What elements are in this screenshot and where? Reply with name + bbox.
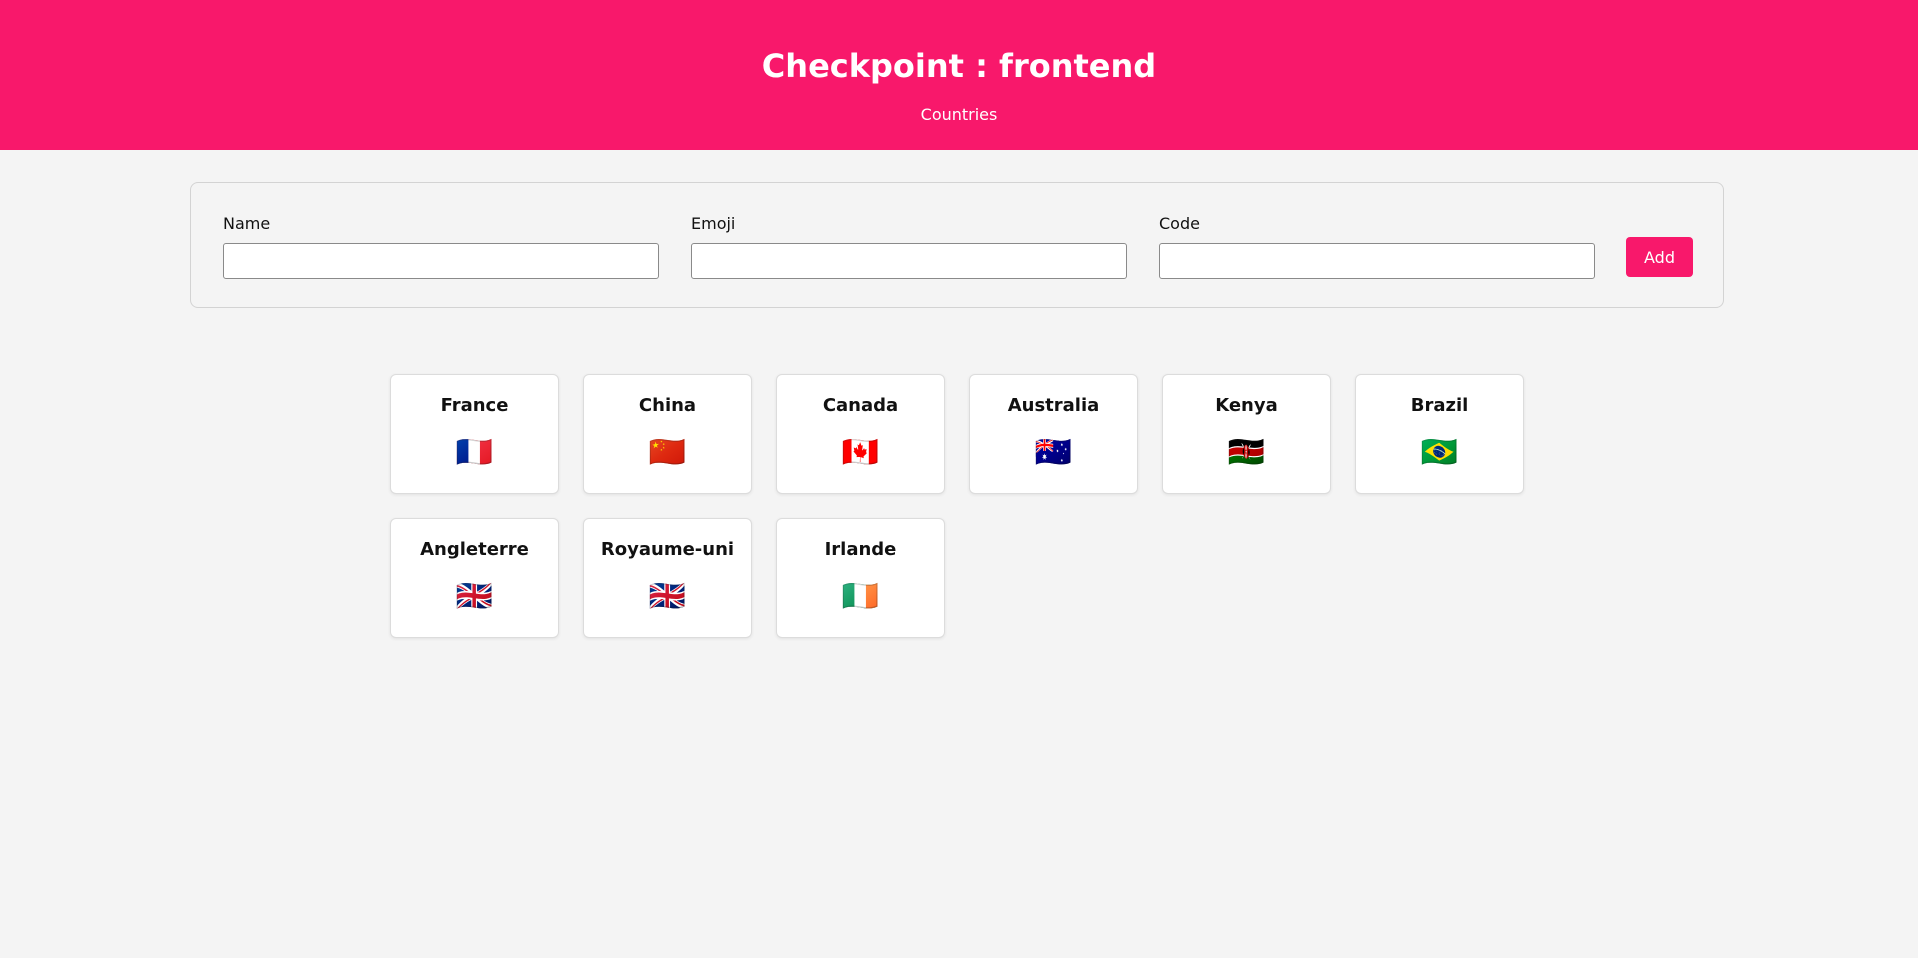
flag-icon: 🇨🇦 xyxy=(841,435,880,470)
flag-icon: 🇫🇷 xyxy=(455,435,494,470)
name-field-group: Name xyxy=(223,214,659,279)
country-name: China xyxy=(638,395,697,416)
country-card[interactable]: France 🇫🇷 xyxy=(390,374,559,494)
country-name: Australia xyxy=(1007,395,1100,416)
flag-icon: 🇬🇧 xyxy=(455,579,494,614)
code-field-group: Code xyxy=(1159,214,1595,279)
flag-icon: 🇦🇺 xyxy=(1034,435,1073,470)
add-country-form: Name Emoji Code Add xyxy=(190,182,1724,308)
emoji-input[interactable] xyxy=(691,243,1127,279)
country-name: Irlande xyxy=(824,539,897,560)
country-name: Brazil xyxy=(1410,395,1469,416)
page-header: Checkpoint : frontend Countries xyxy=(0,0,1918,150)
flag-icon: 🇰🇪 xyxy=(1227,435,1266,470)
country-name: Kenya xyxy=(1215,395,1278,416)
country-card[interactable]: Royaume-uni 🇬🇧 xyxy=(583,518,752,638)
flag-icon: 🇧🇷 xyxy=(1420,435,1459,470)
flag-icon: 🇨🇳 xyxy=(648,435,687,470)
code-label: Code xyxy=(1159,214,1200,233)
country-list: France 🇫🇷 China 🇨🇳 Canada 🇨🇦 Australia 🇦… xyxy=(390,374,1530,638)
country-name: Angleterre xyxy=(420,539,529,560)
country-card[interactable]: Australia 🇦🇺 xyxy=(969,374,1138,494)
country-name: Royaume-uni xyxy=(600,539,735,560)
emoji-field-group: Emoji xyxy=(691,214,1127,279)
flag-icon: 🇬🇧 xyxy=(648,579,687,614)
country-name: France xyxy=(440,395,509,416)
country-name: Canada xyxy=(822,395,899,416)
page-subtitle: Countries xyxy=(920,105,998,124)
country-card[interactable]: Angleterre 🇬🇧 xyxy=(390,518,559,638)
country-card[interactable]: Kenya 🇰🇪 xyxy=(1162,374,1331,494)
code-input[interactable] xyxy=(1159,243,1595,279)
flag-icon: 🇮🇪 xyxy=(841,579,880,614)
country-card[interactable]: China 🇨🇳 xyxy=(583,374,752,494)
name-input[interactable] xyxy=(223,243,659,279)
country-card[interactable]: Canada 🇨🇦 xyxy=(776,374,945,494)
emoji-label: Emoji xyxy=(691,214,736,233)
country-card[interactable]: Irlande 🇮🇪 xyxy=(776,518,945,638)
name-label: Name xyxy=(223,214,271,233)
page-title: Checkpoint : frontend xyxy=(761,47,1157,85)
country-card[interactable]: Brazil 🇧🇷 xyxy=(1355,374,1524,494)
add-button[interactable]: Add xyxy=(1626,237,1693,277)
